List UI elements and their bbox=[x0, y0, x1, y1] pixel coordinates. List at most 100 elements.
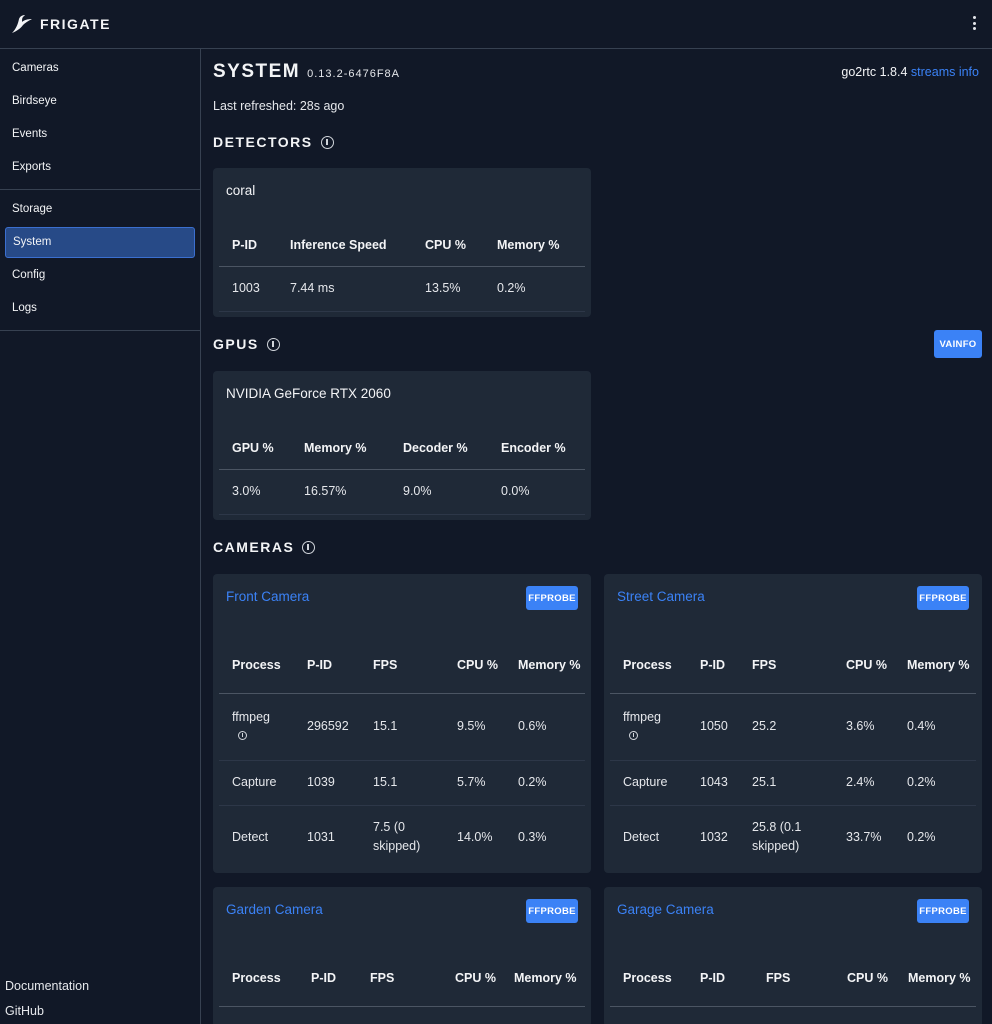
table-cell: 0.6% bbox=[505, 693, 585, 761]
go2rtc-info: go2rtc 1.8.4 streams info bbox=[841, 65, 979, 79]
column-header: FPS bbox=[739, 637, 833, 694]
gpu-name: NVIDIA GeForce RTX 2060 bbox=[226, 386, 391, 401]
camera-name-link[interactable]: Garage Camera bbox=[617, 902, 714, 917]
sidebar-item-logs[interactable]: Logs bbox=[5, 293, 195, 324]
ffprobe-button[interactable]: FFPROBE bbox=[526, 586, 578, 610]
column-header: Process bbox=[610, 637, 687, 694]
table-row: Detect 1031 7.5 (0 skipped) 14.0% 0.3% bbox=[219, 805, 585, 869]
sidebar-item-cameras[interactable]: Cameras bbox=[5, 53, 195, 84]
table-cell: 1003 bbox=[219, 266, 277, 312]
camera-card-front: Front Camera FFPROBE Process P-ID FPS CP… bbox=[213, 574, 591, 873]
column-header: Process bbox=[610, 950, 687, 1007]
gpu-card: NVIDIA GeForce RTX 2060 GPU % Memory % D… bbox=[213, 371, 591, 520]
documentation-link[interactable]: Documentation bbox=[5, 974, 89, 999]
app-logo[interactable]: FRIGATE bbox=[10, 12, 111, 36]
column-header: Process bbox=[219, 950, 298, 1007]
gpus-heading-text: GPUS bbox=[213, 336, 259, 352]
more-options-icon[interactable] bbox=[970, 14, 978, 32]
last-refreshed: Last refreshed: 28s ago bbox=[213, 99, 345, 113]
column-header: Memory % bbox=[291, 427, 390, 470]
table-cell: Capture bbox=[219, 760, 294, 806]
table-cell: 2.4% bbox=[833, 760, 894, 806]
detector-table: P-ID Inference Speed CPU % Memory % 1003… bbox=[219, 224, 585, 312]
table-cell: 1032 bbox=[700, 829, 728, 844]
table-cell: 0.4% bbox=[894, 693, 976, 761]
streams-info-link[interactable]: streams info bbox=[911, 65, 979, 79]
camera-name-link[interactable]: Street Camera bbox=[617, 589, 705, 604]
detector-name: coral bbox=[226, 183, 256, 198]
column-header: CPU % bbox=[833, 637, 894, 694]
sidebar-item-events[interactable]: Events bbox=[5, 119, 195, 150]
column-header: FPS bbox=[360, 637, 444, 694]
camera-card-garage: Garage Camera FFPROBE Process P-ID FPS C… bbox=[604, 887, 982, 1024]
table-cell: Capture bbox=[610, 760, 687, 806]
sidebar-item-config[interactable]: Config bbox=[5, 260, 195, 291]
page-title: SYSTEM bbox=[213, 61, 301, 82]
table-cell: 1043 bbox=[687, 760, 739, 806]
table-cell: ffmpeg bbox=[219, 693, 294, 761]
column-header: FPS bbox=[357, 950, 442, 1007]
camera-name-link[interactable]: Garden Camera bbox=[226, 902, 323, 917]
table-cell: 1050 bbox=[687, 693, 739, 761]
table-row: Detect 1032 25.8 (0.1 skipped) 33.7% 0.2… bbox=[610, 805, 976, 869]
table-cell: 25.1 bbox=[739, 760, 833, 806]
column-header: Decoder % bbox=[390, 427, 488, 470]
column-header: CPU % bbox=[444, 637, 505, 694]
camera-process-table: Process P-ID FPS CPU % Memory % ffmpeg 1… bbox=[610, 637, 976, 869]
table-cell: 0.0% bbox=[488, 469, 585, 515]
gpu-table: GPU % Memory % Decoder % Encoder % 3.0% … bbox=[219, 427, 585, 515]
camera-card-street: Street Camera FFPROBE Process P-ID FPS C… bbox=[604, 574, 982, 873]
sidebar-item-birdseye[interactable]: Birdseye bbox=[5, 86, 195, 117]
table-cell: 9.0% bbox=[390, 469, 488, 515]
page-header: SYSTEM 0.13.2-6476F8A bbox=[213, 61, 400, 83]
table-cell: 3.0% bbox=[219, 469, 291, 515]
column-header: GPU % bbox=[219, 427, 291, 470]
table-cell: 7.5 (0 skipped) bbox=[373, 820, 421, 854]
column-header: Memory % bbox=[505, 637, 585, 694]
app-name: FRIGATE bbox=[40, 16, 111, 32]
frigate-bird-icon bbox=[12, 15, 32, 33]
table-cell: 3.6% bbox=[833, 693, 894, 761]
table-cell: 5.7% bbox=[444, 760, 505, 806]
table-cell: ffmpeg bbox=[610, 693, 687, 761]
table-cell: Detect bbox=[232, 829, 269, 844]
table-row: Capture 1043 25.1 2.4% 0.2% bbox=[610, 760, 976, 806]
info-icon[interactable] bbox=[302, 540, 316, 554]
sidebar-item-exports[interactable]: Exports bbox=[5, 152, 195, 183]
ffprobe-button[interactable]: FFPROBE bbox=[917, 586, 969, 610]
vainfo-button[interactable]: VAINFO bbox=[934, 330, 982, 358]
column-header: Process bbox=[219, 637, 294, 694]
sidebar-item-storage[interactable]: Storage bbox=[5, 194, 195, 225]
table-row: 3.0% 16.57% 9.0% 0.0% bbox=[219, 469, 585, 515]
go2rtc-version: go2rtc 1.8.4 bbox=[841, 65, 908, 79]
info-icon[interactable] bbox=[238, 730, 247, 740]
camera-name-link[interactable]: Front Camera bbox=[226, 589, 309, 604]
info-icon[interactable] bbox=[629, 730, 638, 740]
table-cell: 14.0% bbox=[457, 829, 493, 844]
info-icon[interactable] bbox=[266, 337, 280, 351]
column-header: CPU % bbox=[834, 950, 895, 1007]
top-bar: FRIGATE bbox=[0, 0, 992, 49]
process-name: ffmpeg bbox=[232, 709, 270, 724]
table-cell: 0.2% bbox=[907, 829, 936, 844]
sidebar-group-main: Cameras Birdseye Events Exports bbox=[0, 49, 200, 190]
gpus-heading: GPUS bbox=[213, 336, 280, 352]
table-row: 1003 7.44 ms 13.5% 0.2% bbox=[219, 266, 585, 312]
column-header: P-ID bbox=[687, 637, 739, 694]
ffprobe-button[interactable]: FFPROBE bbox=[917, 899, 969, 923]
ffprobe-button[interactable]: FFPROBE bbox=[526, 899, 578, 923]
column-header: P-ID bbox=[687, 950, 753, 1007]
table-cell: 1039 bbox=[294, 760, 360, 806]
table-cell: Detect bbox=[623, 829, 660, 844]
column-header: Memory % bbox=[894, 637, 976, 694]
sidebar-item-system[interactable]: System bbox=[5, 227, 195, 258]
table-cell: 0.2% bbox=[894, 760, 976, 806]
table-row: ffmpeg 1050 25.2 3.6% 0.4% bbox=[610, 693, 976, 761]
github-link[interactable]: GitHub bbox=[5, 999, 89, 1024]
table-cell: 15.1 bbox=[360, 693, 444, 761]
info-icon[interactable] bbox=[320, 135, 334, 149]
table-cell: 25.2 bbox=[739, 693, 833, 761]
detectors-heading: DETECTORS bbox=[213, 134, 334, 150]
version-label: 0.13.2-6476F8A bbox=[307, 68, 401, 80]
camera-card-garden: Garden Camera FFPROBE Process P-ID FPS C… bbox=[213, 887, 591, 1024]
